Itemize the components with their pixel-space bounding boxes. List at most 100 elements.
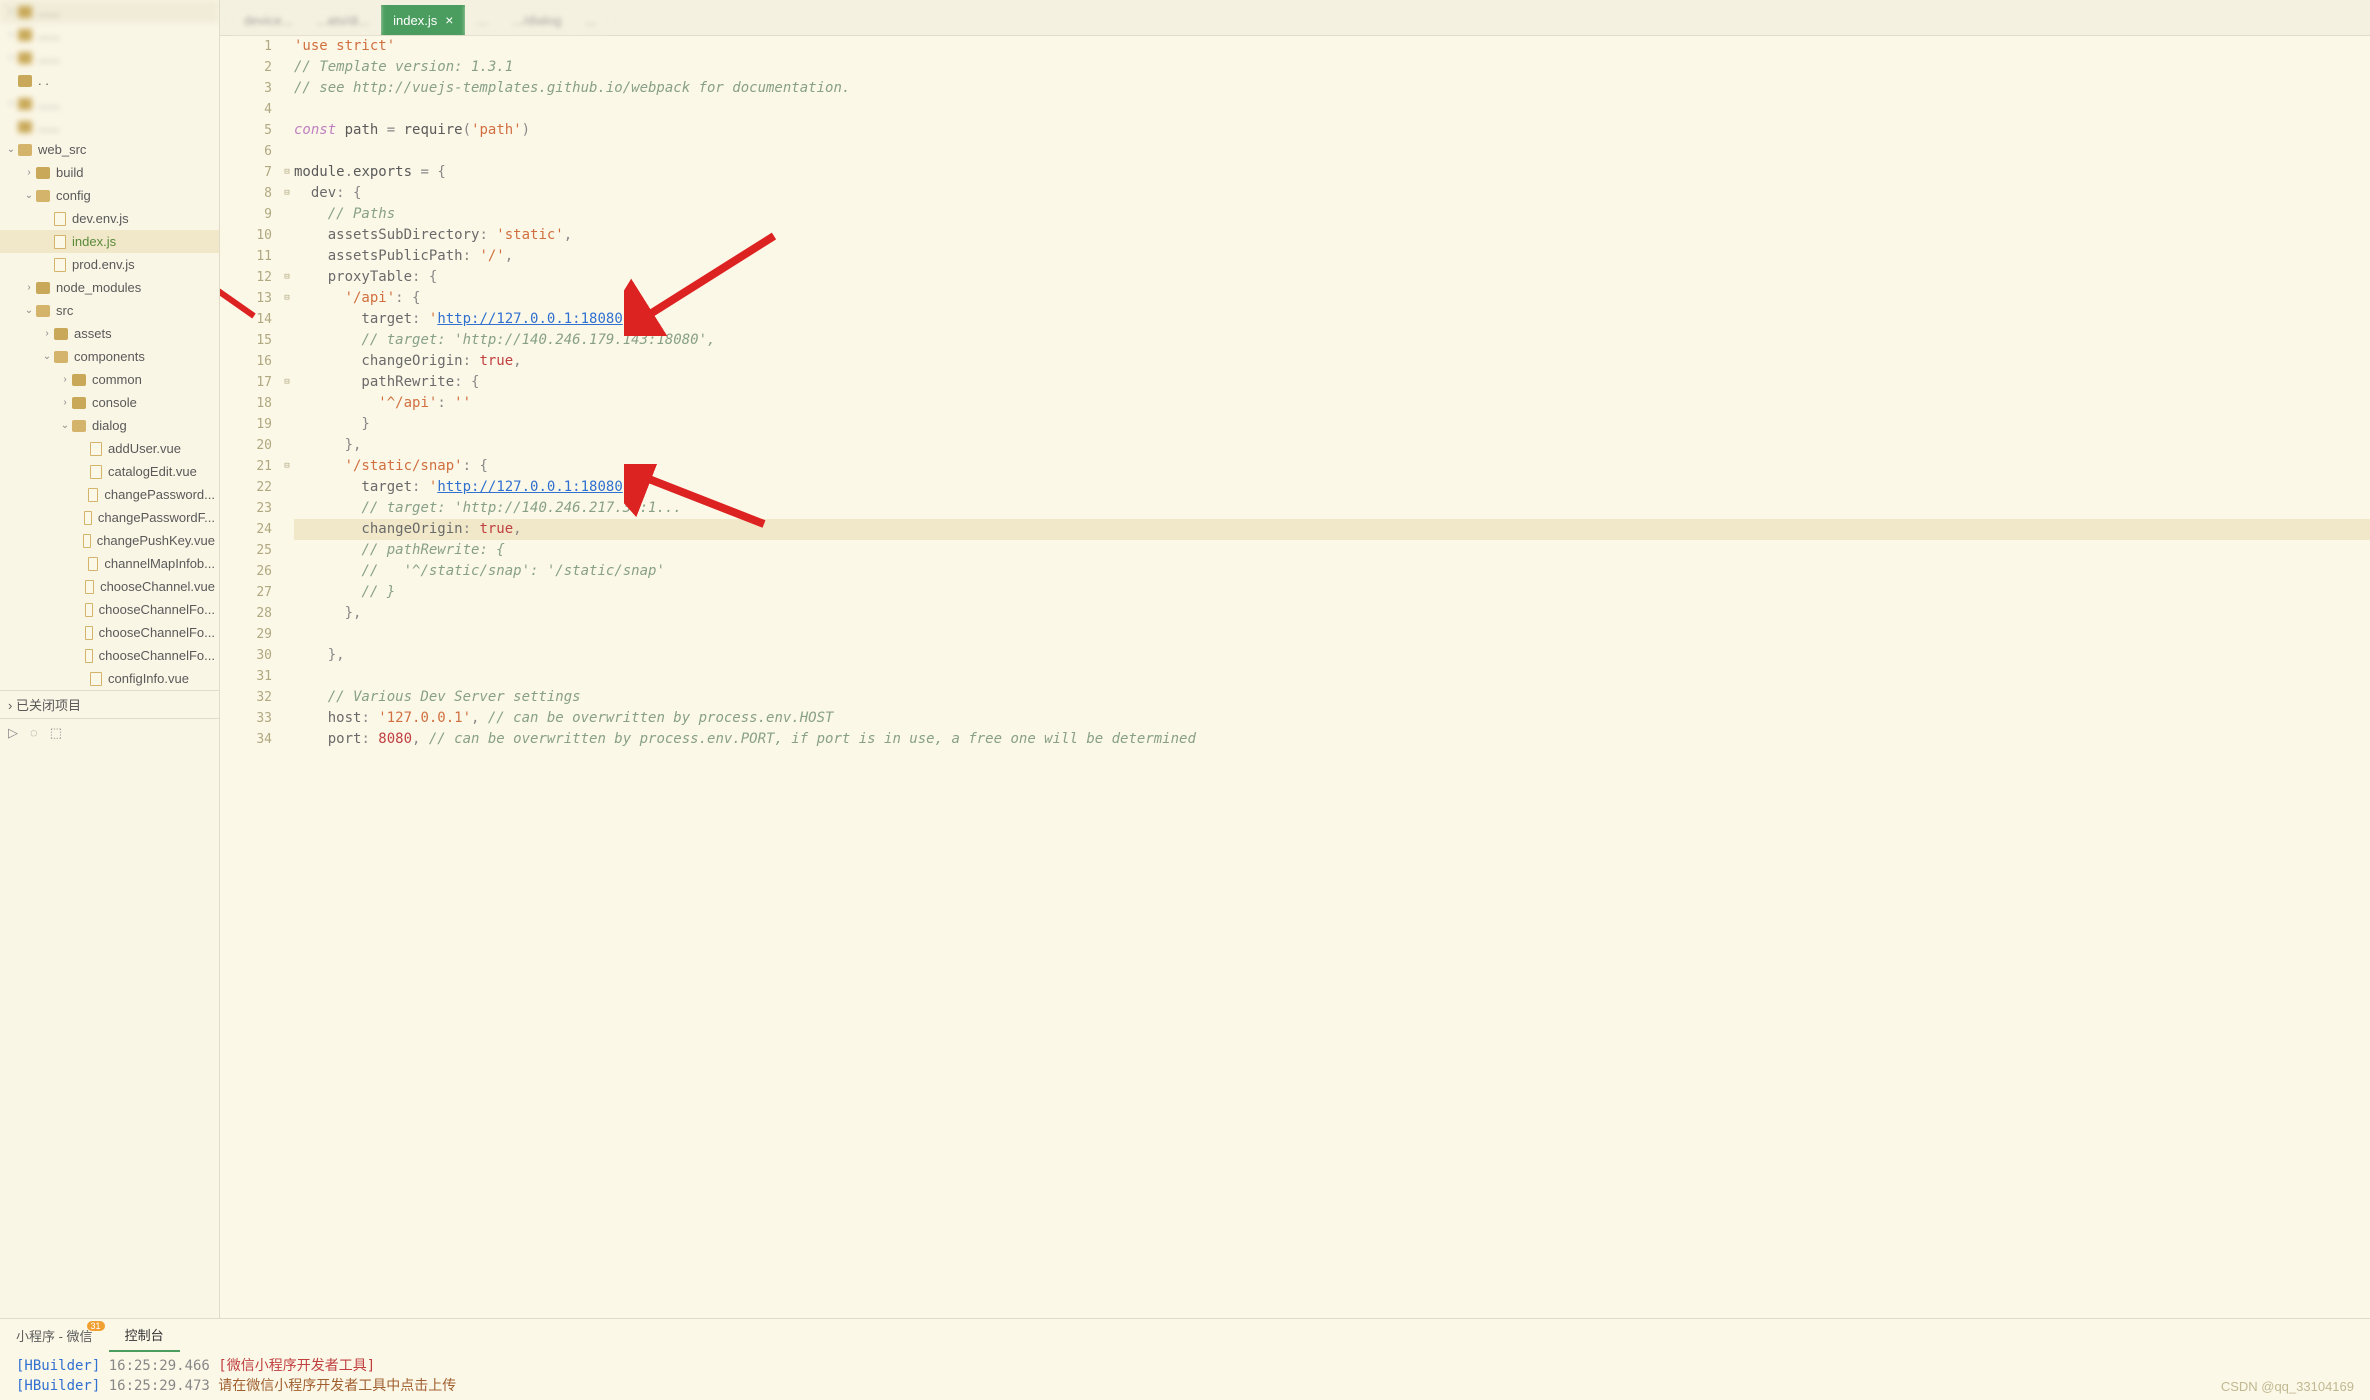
editor-tab[interactable]: index.js× <box>381 5 465 35</box>
code-line[interactable] <box>294 141 2370 162</box>
run-icon[interactable]: ▷ <box>8 725 18 741</box>
fold-marker[interactable] <box>280 519 294 540</box>
tree-item[interactable]: catalogEdit.vue <box>0 460 219 483</box>
tree-item[interactable]: ›...... <box>0 92 219 115</box>
console-output[interactable]: [HBuilder] 16:25:29.466 [微信小程序开发者工具][HBu… <box>0 1352 2370 1400</box>
console-tab[interactable]: 小程序 - 微信31 <box>0 1319 109 1352</box>
code-line[interactable]: target: 'http://127.0.0.1:18080', <box>294 477 2370 498</box>
code-line[interactable]: // see http://vuejs-templates.github.io/… <box>294 78 2370 99</box>
code-line[interactable]: } <box>294 414 2370 435</box>
code-line[interactable]: port: 8080, // can be overwritten by pro… <box>294 729 2370 750</box>
tree-item[interactable]: ⌄web_src <box>0 138 219 161</box>
code-line[interactable]: // Template version: 1.3.1 <box>294 57 2370 78</box>
code-line[interactable]: }, <box>294 435 2370 456</box>
code-line[interactable]: }, <box>294 603 2370 624</box>
fold-marker[interactable] <box>280 624 294 645</box>
fold-marker[interactable] <box>280 582 294 603</box>
tree-item[interactable]: ›...... <box>0 0 219 23</box>
code-line[interactable]: // '^/static/snap': '/static/snap' <box>294 561 2370 582</box>
fold-marker[interactable] <box>280 393 294 414</box>
tree-item[interactable]: changePassword... <box>0 483 219 506</box>
editor-tab[interactable]: ... <box>465 5 500 35</box>
code-line[interactable]: '/static/snap': { <box>294 456 2370 477</box>
fold-marker[interactable] <box>280 351 294 372</box>
close-icon[interactable]: × <box>445 12 453 28</box>
tree-item[interactable]: ›build <box>0 161 219 184</box>
fold-marker[interactable] <box>280 498 294 519</box>
fold-marker[interactable] <box>280 666 294 687</box>
editor-tab[interactable]: ... <box>573 5 608 35</box>
fold-marker[interactable] <box>280 414 294 435</box>
fold-marker[interactable] <box>280 687 294 708</box>
tree-item[interactable]: ›console <box>0 391 219 414</box>
code-line[interactable]: dev: { <box>294 183 2370 204</box>
tree-item[interactable]: ›common <box>0 368 219 391</box>
tree-item[interactable]: chooseChannelFo... <box>0 621 219 644</box>
fold-marker[interactable] <box>280 603 294 624</box>
code-line[interactable]: host: '127.0.0.1', // can be overwritten… <box>294 708 2370 729</box>
closed-projects-section[interactable]: › 已关闭项目 <box>0 690 219 718</box>
tree-item[interactable]: prod.env.js <box>0 253 219 276</box>
console-tab[interactable]: 控制台 <box>109 1319 180 1352</box>
fold-marker[interactable]: ⊟ <box>280 288 294 309</box>
code-line[interactable]: '/api': { <box>294 288 2370 309</box>
fold-marker[interactable] <box>280 645 294 666</box>
code-area[interactable]: 1234567891011121314151617181920212223242… <box>220 36 2370 1318</box>
tree-item[interactable]: ⌄components <box>0 345 219 368</box>
code-line[interactable]: changeOrigin: true, <box>294 351 2370 372</box>
code-line[interactable]: module.exports = { <box>294 162 2370 183</box>
fold-marker[interactable]: ⊟ <box>280 456 294 477</box>
tree-item[interactable]: index.js <box>0 230 219 253</box>
fold-marker[interactable] <box>280 120 294 141</box>
tree-item[interactable]: ›assets <box>0 322 219 345</box>
code-line[interactable]: '^/api': '' <box>294 393 2370 414</box>
tree-item[interactable]: ›...... <box>0 46 219 69</box>
code-line[interactable]: // Paths <box>294 204 2370 225</box>
fold-marker[interactable] <box>280 330 294 351</box>
fold-marker[interactable] <box>280 36 294 57</box>
code-line[interactable]: proxyTable: { <box>294 267 2370 288</box>
fold-marker[interactable] <box>280 708 294 729</box>
tree-item[interactable]: ⌄dialog <box>0 414 219 437</box>
fold-marker[interactable]: ⊟ <box>280 183 294 204</box>
code-line[interactable]: }, <box>294 645 2370 666</box>
tree-item[interactable]: ›node_modules <box>0 276 219 299</box>
code-line[interactable]: // target: 'http://140.246.179.143:18080… <box>294 330 2370 351</box>
code-line[interactable]: const path = require('path') <box>294 120 2370 141</box>
tree-item[interactable]: ⌄src <box>0 299 219 322</box>
tree-item[interactable]: ...... <box>0 115 219 138</box>
fold-marker[interactable] <box>280 204 294 225</box>
fold-marker[interactable] <box>280 141 294 162</box>
code-line[interactable] <box>294 624 2370 645</box>
tree-item[interactable]: changePasswordF... <box>0 506 219 529</box>
tree-item[interactable]: ⌄config <box>0 184 219 207</box>
tree-item[interactable]: addUser.vue <box>0 437 219 460</box>
fold-marker[interactable]: ⊟ <box>280 372 294 393</box>
code-line[interactable] <box>294 666 2370 687</box>
code-line[interactable]: // } <box>294 582 2370 603</box>
fold-marker[interactable] <box>280 225 294 246</box>
code-line[interactable]: // target: 'http://140.246.217.36:1... <box>294 498 2370 519</box>
code-line[interactable]: assetsPublicPath: '/', <box>294 246 2370 267</box>
editor-tab[interactable]: ...ats/di... <box>304 5 381 35</box>
fold-marker[interactable]: ⊟ <box>280 162 294 183</box>
tree-item[interactable]: ›...... <box>0 23 219 46</box>
fold-marker[interactable] <box>280 78 294 99</box>
fold-marker[interactable] <box>280 477 294 498</box>
tree-item[interactable]: chooseChannelFo... <box>0 598 219 621</box>
code-line[interactable]: pathRewrite: { <box>294 372 2370 393</box>
fold-marker[interactable] <box>280 729 294 750</box>
cube-icon[interactable]: ⬚ <box>50 725 62 741</box>
code-line[interactable]: changeOrigin: true, <box>294 519 2370 540</box>
ring-icon[interactable]: ◌ <box>30 725 38 740</box>
tree-item[interactable]: dev.env.js <box>0 207 219 230</box>
code-line[interactable]: // pathRewrite: { <box>294 540 2370 561</box>
code-line[interactable]: 'use strict' <box>294 36 2370 57</box>
fold-marker[interactable] <box>280 57 294 78</box>
fold-marker[interactable] <box>280 99 294 120</box>
tree-item[interactable]: channelMapInfob... <box>0 552 219 575</box>
fold-marker[interactable]: ⊟ <box>280 267 294 288</box>
code-line[interactable]: target: 'http://127.0.0.1:18080', <box>294 309 2370 330</box>
tree-item[interactable]: changePushKey.vue <box>0 529 219 552</box>
editor-tab[interactable]: .../dialog <box>500 5 573 35</box>
